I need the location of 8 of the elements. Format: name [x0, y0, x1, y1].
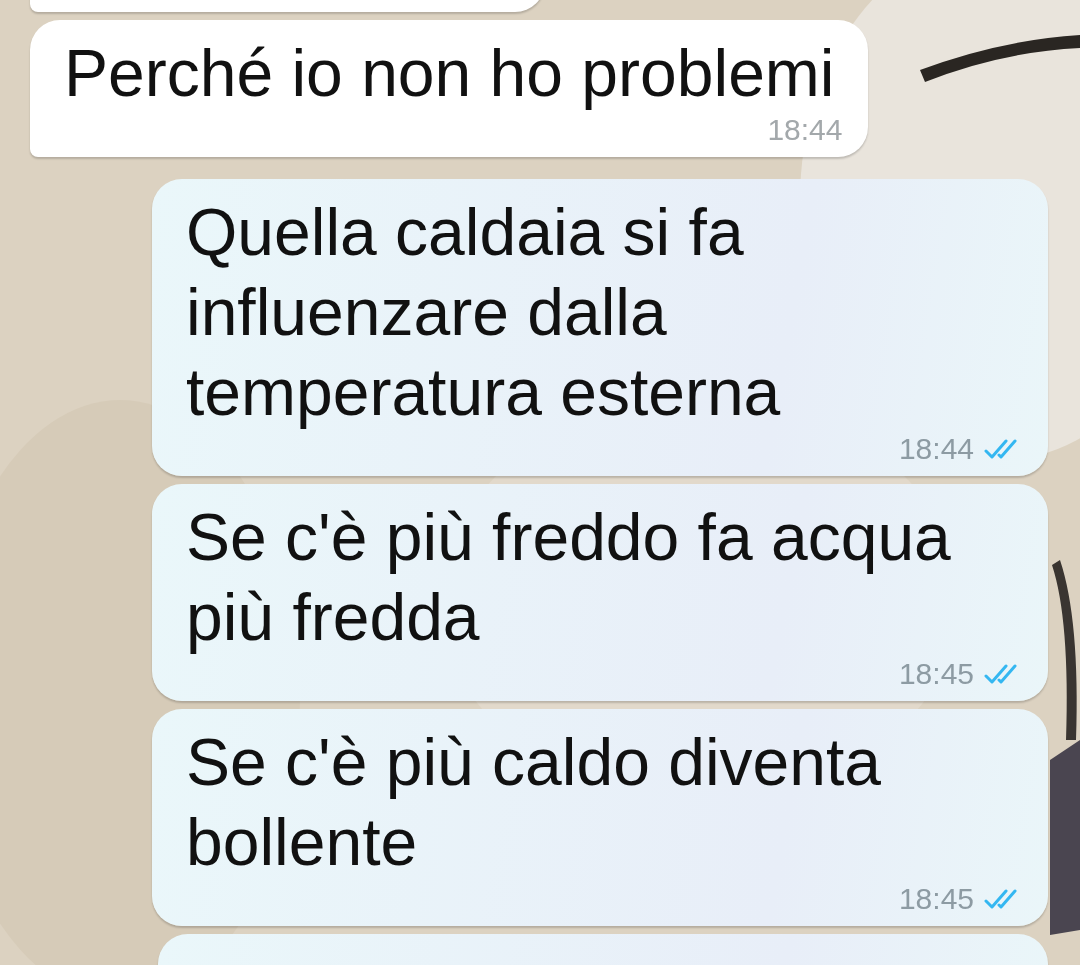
- message-time: 18:44: [898, 432, 974, 466]
- message-text: Se c'è più freddo fa acqua più fredda: [186, 499, 952, 656]
- message-text: Quella caldaia si fa influenzare dalla temperatura esterna: [186, 194, 782, 431]
- message-time: 18:44: [767, 113, 843, 147]
- message-time: 18:45: [898, 882, 974, 916]
- message-text: Se c'è più caldo diventa bollente: [186, 724, 883, 881]
- message-text: Perché io non ho problemi: [64, 35, 835, 112]
- message-time: 18:45: [898, 657, 974, 691]
